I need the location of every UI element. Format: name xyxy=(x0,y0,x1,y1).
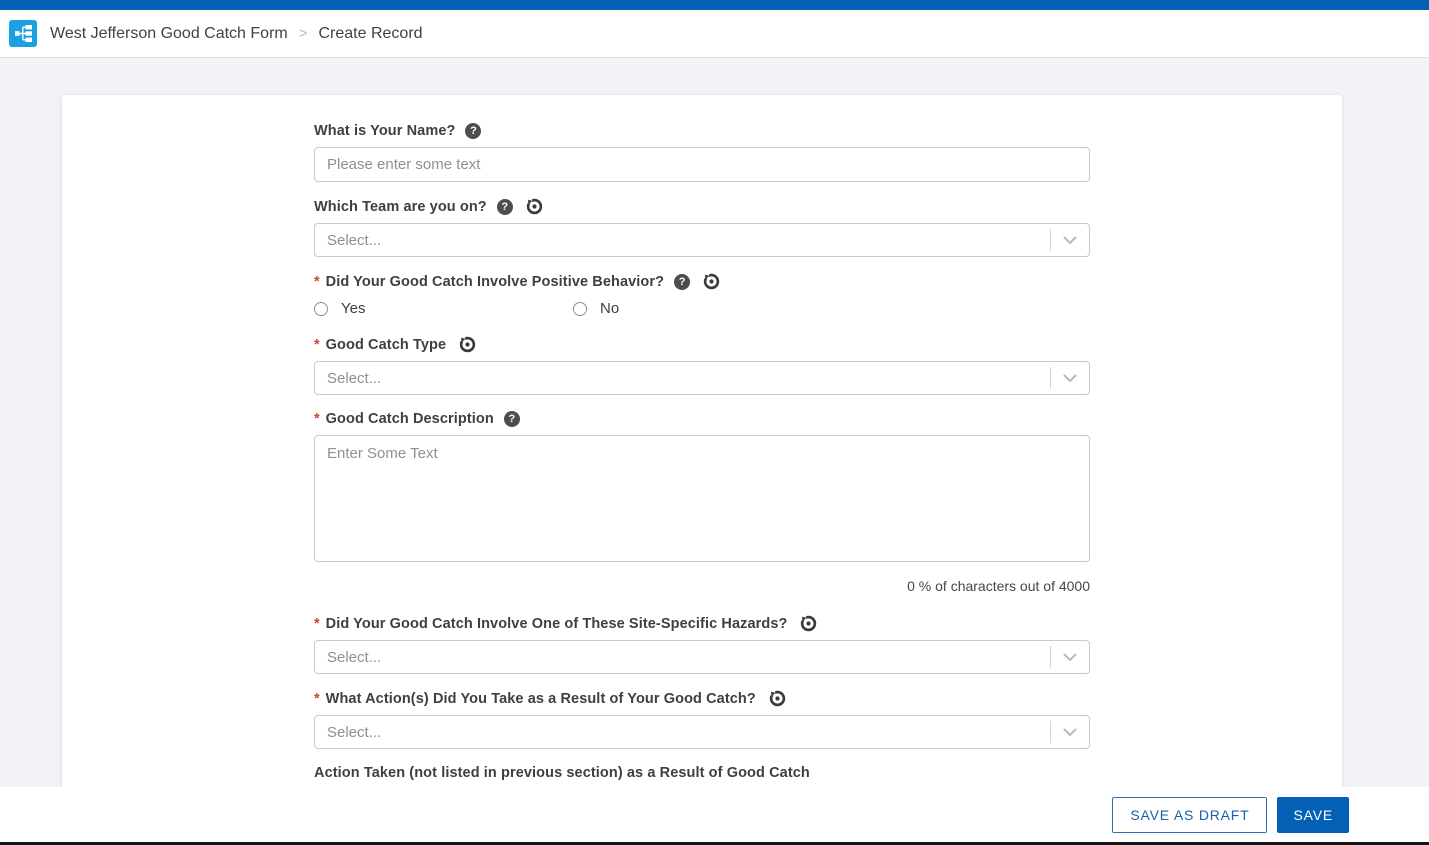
required-asterisk: * xyxy=(314,616,320,632)
hierarchy-icon xyxy=(14,24,33,43)
footer-action-bar: SAVE AS DRAFT SAVE xyxy=(0,787,1429,842)
character-counter: 0 % of characters out of 4000 xyxy=(314,578,1090,594)
form-card: What is Your Name? ? Which Team are you … xyxy=(62,95,1342,845)
reset-icon[interactable] xyxy=(800,615,817,632)
field-actions: * What Action(s) Did You Take as a Resul… xyxy=(314,690,1090,749)
reset-icon[interactable] xyxy=(526,198,543,215)
reset-icon[interactable] xyxy=(459,336,476,353)
radio-yes-label[interactable]: Yes xyxy=(341,300,365,317)
field-label: What is Your Name? xyxy=(314,123,455,139)
breadcrumb-page: Create Record xyxy=(319,25,423,43)
breadcrumb-app[interactable]: West Jefferson Good Catch Form xyxy=(50,25,288,43)
field-label: Did Your Good Catch Involve One of These… xyxy=(326,616,788,632)
field-action-taken-label-row: Action Taken (not listed in previous sec… xyxy=(314,765,1090,781)
field-label: What Action(s) Did You Take as a Result … xyxy=(326,691,756,707)
field-positive-behavior: * Did Your Good Catch Involve Positive B… xyxy=(314,273,1090,317)
field-hazards-label-row: * Did Your Good Catch Involve One of The… xyxy=(314,615,1090,632)
form-app-icon[interactable] xyxy=(9,20,37,47)
save-button[interactable]: SAVE xyxy=(1277,797,1349,833)
help-icon[interactable]: ? xyxy=(504,411,520,427)
reset-icon[interactable] xyxy=(769,690,786,707)
chevron-down-icon xyxy=(1051,236,1089,245)
radio-no[interactable] xyxy=(573,302,587,316)
field-good-catch-type-label-row: * Good Catch Type xyxy=(314,336,1090,353)
header: West Jefferson Good Catch Form > Create … xyxy=(0,10,1429,58)
good-catch-type-select[interactable]: Select... xyxy=(314,361,1090,395)
breadcrumb: West Jefferson Good Catch Form > Create … xyxy=(50,25,423,43)
required-asterisk: * xyxy=(314,691,320,707)
field-name: What is Your Name? ? xyxy=(314,123,1090,182)
field-team-label-row: Which Team are you on? ? xyxy=(314,198,1090,215)
radio-option-no[interactable]: No xyxy=(573,300,619,317)
field-label: Which Team are you on? xyxy=(314,199,487,215)
required-asterisk: * xyxy=(314,411,320,427)
required-asterisk: * xyxy=(314,337,320,353)
select-placeholder: Select... xyxy=(327,724,1050,741)
field-good-catch-type: * Good Catch Type Select... xyxy=(314,336,1090,395)
top-accent-bar xyxy=(0,0,1429,10)
select-placeholder: Select... xyxy=(327,649,1050,666)
help-icon[interactable]: ? xyxy=(497,199,513,215)
help-icon[interactable]: ? xyxy=(674,274,690,290)
radio-option-yes[interactable]: Yes xyxy=(314,300,573,317)
reset-icon[interactable] xyxy=(703,273,720,290)
select-placeholder: Select... xyxy=(327,232,1050,249)
field-description-label-row: * Good Catch Description ? xyxy=(314,411,1090,427)
field-name-label-row: What is Your Name? ? xyxy=(314,123,1090,139)
actions-select[interactable]: Select... xyxy=(314,715,1090,749)
chevron-down-icon xyxy=(1051,374,1089,383)
required-asterisk: * xyxy=(314,274,320,290)
field-actions-label-row: * What Action(s) Did You Take as a Resul… xyxy=(314,690,1090,707)
field-positive-behavior-label-row: * Did Your Good Catch Involve Positive B… xyxy=(314,273,1090,290)
field-label: Did Your Good Catch Involve Positive Beh… xyxy=(326,274,664,290)
chevron-down-icon xyxy=(1051,728,1089,737)
save-as-draft-button[interactable]: SAVE AS DRAFT xyxy=(1112,797,1267,833)
field-label: Good Catch Description xyxy=(326,411,494,427)
select-placeholder: Select... xyxy=(327,370,1050,387)
description-textarea[interactable] xyxy=(314,435,1090,562)
radio-yes[interactable] xyxy=(314,302,328,316)
form-column: What is Your Name? ? Which Team are you … xyxy=(314,123,1090,840)
field-description: * Good Catch Description ? 0 % of charac… xyxy=(314,411,1090,594)
team-select[interactable]: Select... xyxy=(314,223,1090,257)
breadcrumb-separator: > xyxy=(299,25,308,42)
positive-behavior-radio-group: Yes No xyxy=(314,300,1090,317)
name-input[interactable] xyxy=(314,147,1090,182)
radio-no-label[interactable]: No xyxy=(600,300,619,317)
hazards-select[interactable]: Select... xyxy=(314,640,1090,674)
field-label: Good Catch Type xyxy=(326,337,446,353)
field-team: Which Team are you on? ? Select... xyxy=(314,198,1090,257)
help-icon[interactable]: ? xyxy=(465,123,481,139)
field-hazards: * Did Your Good Catch Involve One of The… xyxy=(314,615,1090,674)
chevron-down-icon xyxy=(1051,653,1089,662)
field-label: Action Taken (not listed in previous sec… xyxy=(314,765,810,781)
